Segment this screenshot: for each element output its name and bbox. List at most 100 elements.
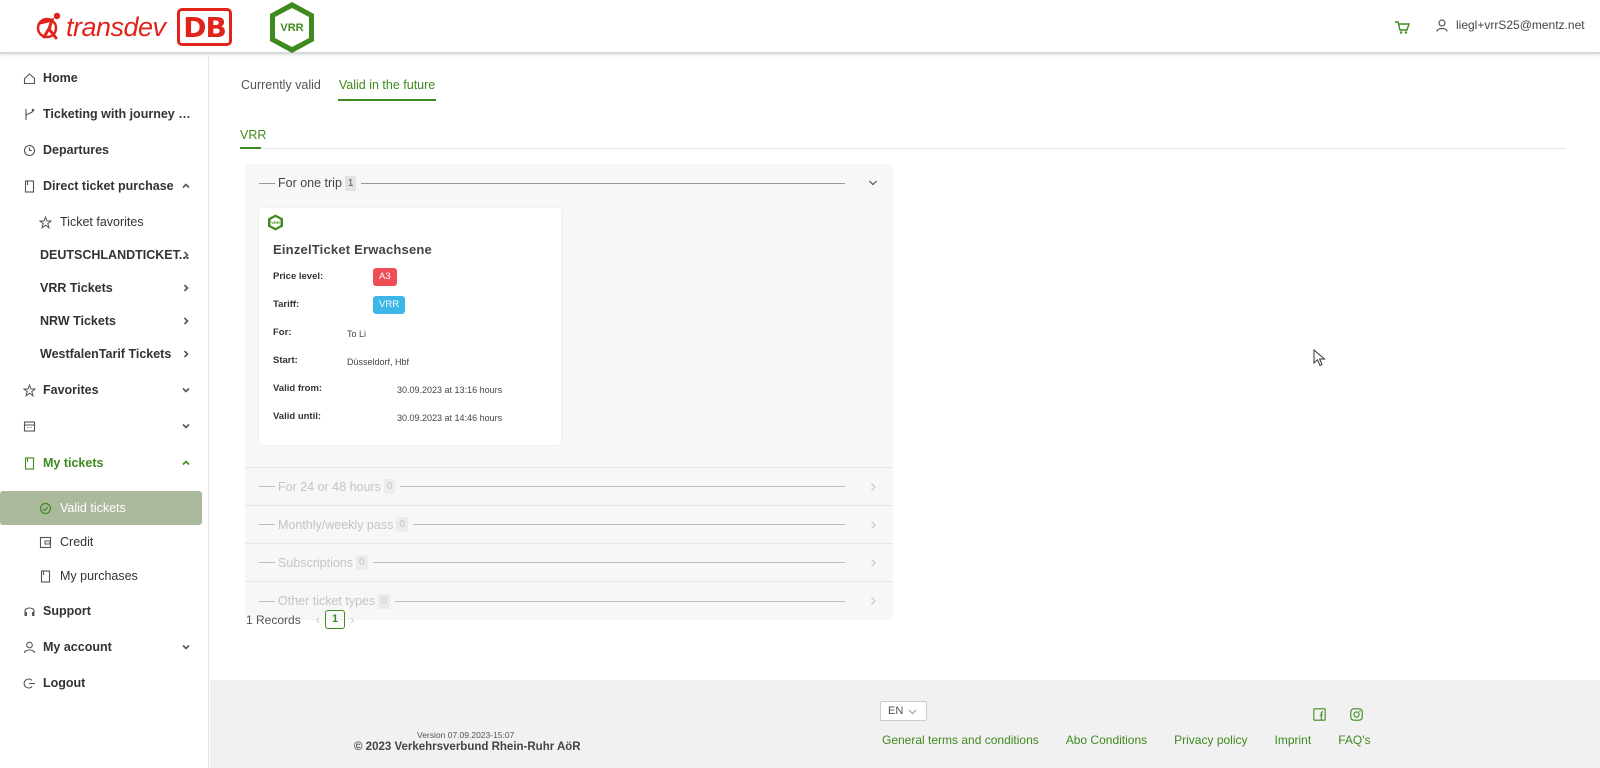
sidebar-item-home[interactable]: Home bbox=[0, 61, 209, 95]
for-value: To Li bbox=[347, 329, 367, 339]
clock-icon bbox=[23, 144, 36, 157]
divider bbox=[394, 600, 845, 602]
tab-valid-in-future[interactable]: Valid in the future bbox=[337, 76, 437, 101]
sidebar-item-westfalentarif-tickets[interactable]: WestfalenTarif Tickets bbox=[0, 337, 209, 371]
language-value: EN bbox=[888, 705, 904, 717]
footer-links: General terms and conditions Abo Conditi… bbox=[882, 733, 1397, 747]
valid-from-value: 30.09.2023 at 13:16 hours bbox=[397, 385, 503, 395]
chevron-up-icon bbox=[182, 460, 190, 466]
wallet-icon bbox=[39, 536, 52, 549]
user-icon bbox=[1436, 18, 1448, 32]
link-abo-conditions[interactable]: Abo Conditions bbox=[1066, 733, 1147, 747]
pagination: 1 Records ‹ 1 › bbox=[246, 610, 359, 629]
copyright-text: © 2023 Verkehrsverbund Rhein-Ruhr AöR bbox=[354, 741, 581, 753]
divider bbox=[259, 562, 275, 563]
link-imprint[interactable]: Imprint bbox=[1275, 733, 1312, 747]
sidebar-item-label: VRR Tickets bbox=[40, 281, 113, 295]
count-badge: 0 bbox=[378, 593, 390, 609]
chevron-down-icon bbox=[182, 387, 190, 393]
vrr-logo-small-text: VRR bbox=[271, 220, 280, 225]
cart-icon[interactable] bbox=[1394, 19, 1410, 35]
footer: Version 07.09.2023-15:07 © 2023 Verkehrs… bbox=[210, 680, 1600, 768]
records-count: 1 Records bbox=[246, 612, 301, 627]
sidebar-item-ticket-favorites[interactable]: Ticket favorites bbox=[0, 205, 209, 239]
link-general-terms[interactable]: General terms and conditions bbox=[882, 733, 1039, 747]
tariff-label: Tariff: bbox=[273, 299, 300, 310]
ticket-name: EinzelTicket Erwachsene bbox=[273, 242, 432, 257]
chevron-down-icon bbox=[869, 180, 877, 186]
sidebar-item-vrr-tickets[interactable]: VRR Tickets bbox=[0, 271, 209, 305]
sidebar-item-label: My account bbox=[43, 640, 112, 654]
chevron-right-icon bbox=[183, 317, 189, 325]
sidebar-item-my-tickets[interactable]: My tickets bbox=[0, 446, 209, 480]
link-faqs[interactable]: FAQ's bbox=[1338, 733, 1370, 747]
sidebar-item-calculator[interactable] bbox=[0, 409, 209, 443]
start-value: Düsseldorf, Hbf bbox=[347, 357, 410, 367]
main-content: Currently valid Valid in the future VRR … bbox=[210, 56, 1600, 680]
sidebar-item-my-account[interactable]: My account bbox=[0, 630, 209, 664]
next-page-icon[interactable]: › bbox=[350, 612, 354, 627]
sidebar-item-favorites[interactable]: Favorites bbox=[0, 373, 209, 407]
divider bbox=[412, 524, 845, 525]
ticket-card[interactable]: VRR EinzelTicket Erwachsene Price level:… bbox=[259, 208, 561, 445]
sidebar-item-logout[interactable]: Logout bbox=[0, 666, 209, 700]
sidebar-item-label: Support bbox=[43, 604, 91, 618]
mouse-cursor-icon bbox=[1313, 349, 1326, 367]
headset-icon bbox=[24, 607, 35, 616]
user-menu[interactable]: liegl+vrrS25@mentz.net bbox=[1436, 18, 1585, 32]
vrr-logo-small: VRR bbox=[268, 214, 283, 231]
sidebar-item-label: Home bbox=[43, 71, 78, 85]
instagram-icon[interactable] bbox=[1350, 708, 1363, 721]
sidebar-item-departures[interactable]: Departures bbox=[0, 133, 209, 167]
tariff-badge: VRR bbox=[373, 296, 406, 314]
divider bbox=[372, 562, 845, 563]
divider bbox=[259, 524, 275, 525]
section-subscriptions[interactable]: Subscriptions 0 bbox=[245, 544, 893, 582]
transdev-logo[interactable]: transdev bbox=[36, 9, 166, 45]
section-title: Monthly/weekly pass bbox=[278, 517, 394, 532]
for-label: For: bbox=[273, 327, 292, 338]
sidebar-item-ticketing-journey[interactable]: Ticketing with journey pl... bbox=[0, 97, 209, 131]
logout-icon bbox=[23, 678, 35, 689]
sidebar-item-support[interactable]: Support bbox=[0, 594, 209, 628]
divider bbox=[259, 600, 275, 602]
tab-currently-valid[interactable]: Currently valid bbox=[240, 76, 322, 101]
section-for-one-trip[interactable]: For one trip 1 bbox=[245, 164, 893, 202]
sidebar-item-label: Ticketing with journey pl... bbox=[43, 107, 193, 121]
sidebar-item-credit[interactable]: Credit bbox=[0, 525, 209, 559]
transdev-runner-icon bbox=[36, 12, 61, 40]
facebook-icon[interactable] bbox=[1313, 708, 1326, 721]
sidebar-item-valid-tickets[interactable]: Valid tickets bbox=[0, 491, 202, 525]
sidebar-item-direct-ticket-purchase[interactable]: Direct ticket purchase bbox=[0, 169, 209, 203]
vrr-logo[interactable]: VRR bbox=[266, 0, 318, 55]
section-24-48-hours[interactable]: For 24 or 48 hours 0 bbox=[245, 468, 893, 506]
network-tabs: VRR bbox=[240, 126, 1566, 149]
page-number-button[interactable]: 1 bbox=[325, 610, 346, 629]
user-email: liegl+vrrS25@mentz.net bbox=[1456, 18, 1585, 32]
count-badge: 0 bbox=[396, 517, 408, 532]
start-label: Start: bbox=[273, 355, 298, 366]
db-logo[interactable]: DB bbox=[177, 8, 232, 46]
sidebar-item-my-purchases[interactable]: My purchases bbox=[0, 559, 209, 593]
section-body: VRR EinzelTicket Erwachsene Price level:… bbox=[245, 202, 893, 468]
ticket-accordion: For one trip 1 VRR EinzelTicket Erwachse… bbox=[245, 164, 893, 620]
star-icon bbox=[39, 216, 52, 229]
sidebar-item-deutschlandticket[interactable]: DEUTSCHLANDTICKET... bbox=[0, 238, 209, 272]
count-badge: 0 bbox=[383, 479, 396, 494]
home-icon bbox=[23, 73, 36, 85]
sidebar-item-label: Direct ticket purchase bbox=[43, 179, 174, 193]
divider bbox=[259, 182, 275, 184]
sidebar: Home Ticketing with journey pl... Depart… bbox=[0, 56, 209, 768]
chevron-up-icon bbox=[182, 183, 190, 189]
sidebar-item-label: WestfalenTarif Tickets bbox=[40, 347, 172, 361]
section-monthly-weekly-pass[interactable]: Monthly/weekly pass 0 bbox=[245, 506, 893, 544]
prev-page-icon[interactable]: ‹ bbox=[316, 612, 320, 627]
link-privacy-policy[interactable]: Privacy policy bbox=[1174, 733, 1247, 747]
tab-vrr[interactable]: VRR bbox=[240, 126, 266, 149]
transdev-wordmark: transdev bbox=[66, 11, 166, 42]
price-level-badge: A3 bbox=[373, 268, 397, 286]
language-select[interactable]: EN bbox=[880, 701, 927, 721]
sidebar-item-label: Credit bbox=[60, 535, 94, 549]
sidebar-item-nrw-tickets[interactable]: NRW Tickets bbox=[0, 304, 209, 338]
chevron-down-icon bbox=[182, 644, 190, 650]
